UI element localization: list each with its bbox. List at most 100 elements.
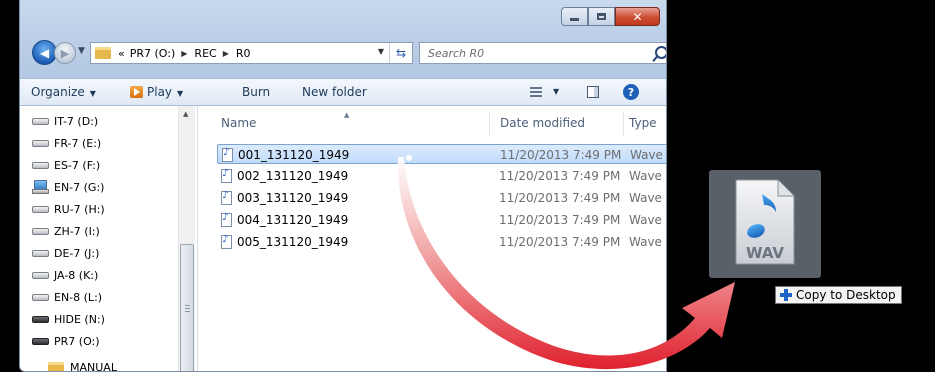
nav-item-en8[interactable]: EN-8 (L:): [32, 286, 102, 308]
organize-button[interactable]: Organize ▼: [31, 85, 96, 99]
play-button[interactable]: Play ▼: [130, 85, 183, 99]
close-button[interactable]: ✕: [615, 7, 660, 26]
scrollbar-thumb[interactable]: [180, 244, 194, 371]
breadcrumb-overflow[interactable]: «: [118, 47, 125, 60]
nav-item-de7[interactable]: DE-7 (J:): [32, 242, 99, 264]
breadcrumb-r0[interactable]: R0: [236, 47, 251, 60]
audio-file-icon: [222, 147, 233, 162]
column-header-type[interactable]: Type: [629, 116, 657, 130]
file-row[interactable]: 002_131120_1949 11/20/2013 7:49 PM Wave: [217, 166, 666, 186]
audio-file-icon: [221, 190, 232, 205]
column-header-name[interactable]: Name: [221, 116, 256, 130]
breadcrumb-separator-icon[interactable]: ▶: [223, 49, 229, 58]
breadcrumb-rec[interactable]: REC: [194, 47, 216, 60]
organize-label: Organize: [31, 85, 85, 99]
copy-tooltip-label: Copy to Desktop: [796, 288, 896, 302]
file-type: Wave: [629, 235, 662, 249]
audio-file-icon: [221, 212, 232, 227]
drive-icon: [32, 293, 49, 301]
breadcrumb-separator-icon[interactable]: ▶: [181, 49, 187, 58]
nav-item-label: IT-7 (D:): [54, 114, 99, 128]
file-row[interactable]: 005_131120_1949 11/20/2013 7:49 PM Wave: [217, 232, 666, 252]
file-row[interactable]: 001_131120_1949 11/20/2013 7:49 PM Wave: [217, 144, 666, 164]
plus-icon: [780, 289, 792, 301]
nav-item-manual[interactable]: MANUAL: [48, 356, 117, 372]
file-name: 003_131120_1949: [237, 191, 349, 205]
drive-icon: [32, 205, 49, 213]
navigation-pane: IT-7 (D:) FR-7 (E:) ES-7 (F:) EN-7 (G:) …: [20, 106, 198, 372]
file-name: 005_131120_1949: [237, 235, 349, 249]
file-date: 11/20/2013 7:49 PM: [499, 169, 621, 183]
search-box[interactable]: [419, 42, 666, 64]
forward-button[interactable]: ▶: [54, 42, 76, 64]
column-divider[interactable]: [623, 112, 624, 136]
recent-pages-button[interactable]: ▼: [78, 46, 85, 56]
maximize-icon: [597, 13, 606, 20]
refresh-button[interactable]: ⇆: [389, 43, 412, 63]
preview-pane-icon[interactable]: [587, 86, 599, 98]
drive-icon: [32, 117, 49, 125]
nav-item-it7[interactable]: IT-7 (D:): [32, 110, 98, 132]
search-icon[interactable]: [655, 46, 666, 59]
nav-item-zh7[interactable]: ZH-7 (I:): [32, 220, 100, 242]
file-date: 11/20/2013 7:49 PM: [499, 213, 621, 227]
column-divider[interactable]: [489, 112, 490, 136]
nav-item-ja8[interactable]: JA-8 (K:): [32, 264, 98, 286]
nav-item-label: EN-7 (G:): [54, 180, 105, 194]
drive-icon: [32, 139, 49, 147]
refresh-icon: ⇆: [395, 46, 407, 60]
nav-item-label: MANUAL: [70, 360, 117, 372]
minimize-button[interactable]: [561, 7, 588, 26]
nav-item-label: DE-7 (J:): [54, 246, 100, 260]
drive-icon: [32, 249, 49, 257]
play-label: Play: [147, 85, 173, 99]
nav-item-hide[interactable]: HIDE (N:): [32, 308, 105, 330]
column-header-date[interactable]: Date modified: [500, 116, 585, 130]
grip-icon: [185, 305, 190, 312]
address-dropdown-icon[interactable]: ▼: [378, 47, 384, 56]
command-bar: Organize ▼ Play ▼ Burn New folder ▼ ?: [20, 78, 666, 106]
search-input[interactable]: [426, 46, 630, 61]
maximize-button[interactable]: [588, 7, 615, 26]
drag-preview: WAV: [709, 170, 821, 278]
nav-item-es7[interactable]: ES-7 (F:): [32, 154, 100, 176]
scroll-up-icon[interactable]: ▲: [183, 110, 188, 118]
burn-label: Burn: [242, 85, 271, 99]
dark-drive-icon: [32, 337, 49, 345]
nav-item-pr7[interactable]: PR7 (O:): [32, 330, 100, 352]
chevron-down-icon: ▼: [177, 89, 184, 98]
views-icon[interactable]: [530, 87, 542, 97]
file-name: 001_131120_1949: [238, 148, 350, 162]
new-folder-button[interactable]: New folder: [302, 85, 367, 99]
audio-file-icon: [221, 234, 232, 249]
file-date: 11/20/2013 7:49 PM: [500, 148, 622, 162]
file-row[interactable]: 003_131120_1949 11/20/2013 7:49 PM Wave: [217, 188, 666, 208]
navigation-row: ◀ ▶ ▼ « PR7 (O:) ▶ REC ▶ R0 ▼ ⇆: [32, 40, 666, 65]
file-row[interactable]: 004_131120_1949 11/20/2013 7:49 PM Wave: [217, 210, 666, 230]
nav-item-label: HIDE (N:): [54, 312, 105, 326]
nav-item-label: JA-8 (K:): [54, 268, 99, 282]
drive-icon: [32, 227, 49, 235]
file-name: 004_131120_1949: [237, 213, 349, 227]
file-list: ▲ Name Date modified Type 001_131120_194…: [198, 106, 666, 371]
address-bar[interactable]: « PR7 (O:) ▶ REC ▶ R0 ▼ ⇆: [90, 42, 413, 64]
drive-icon: [32, 271, 49, 279]
play-icon: [130, 86, 143, 98]
file-type: Wave: [629, 213, 662, 227]
file-date: 11/20/2013 7:49 PM: [499, 191, 621, 205]
folder-icon: [95, 47, 111, 59]
file-type: Wave: [630, 148, 663, 162]
burn-button[interactable]: Burn: [242, 85, 270, 99]
nav-scrollbar[interactable]: ▲: [178, 106, 195, 371]
help-icon[interactable]: ?: [623, 84, 639, 100]
wav-file-icon: WAV: [735, 179, 795, 265]
breadcrumb-drive[interactable]: PR7 (O:): [130, 47, 176, 60]
audio-file-icon: [221, 168, 232, 183]
views-dropdown-icon[interactable]: ▼: [553, 87, 559, 96]
nav-item-fr7[interactable]: FR-7 (E:): [32, 132, 101, 154]
nav-item-en7[interactable]: EN-7 (G:): [32, 176, 104, 198]
copy-tooltip: Copy to Desktop: [775, 286, 902, 304]
nav-item-ru7[interactable]: RU-7 (H:): [32, 198, 105, 220]
nav-item-label: EN-8 (L:): [54, 290, 103, 304]
window-frame: ✕ ◀ ▶ ▼ « PR7 (O:) ▶ REC ▶ R0 ▼ ⇆: [20, 0, 666, 78]
